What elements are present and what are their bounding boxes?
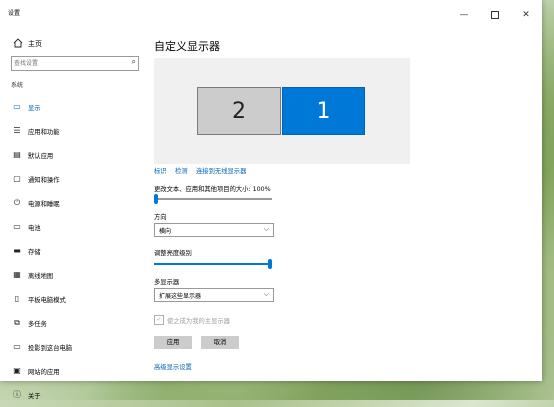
slider-thumb[interactable] bbox=[154, 194, 158, 204]
apps-list-icon: ☰ bbox=[13, 126, 21, 135]
minimize-button[interactable]: — bbox=[449, 8, 479, 22]
info-icon: ⓘ bbox=[13, 390, 21, 399]
sidebar-item-label: 平板电脑模式 bbox=[28, 297, 66, 304]
power-icon: ⏻ bbox=[13, 198, 21, 207]
sidebar-item-default-apps[interactable]: ▤ 默认应用 bbox=[0, 143, 145, 167]
default-apps-icon: ▤ bbox=[13, 150, 21, 159]
main-display-label: 使之成为我的主显示器 bbox=[167, 318, 230, 325]
brightness-slider[interactable] bbox=[154, 259, 272, 269]
sidebar-item-web-apps[interactable]: ▣ 网站的应用 bbox=[0, 359, 145, 383]
slider-fill bbox=[154, 263, 270, 265]
cancel-button[interactable]: 取消 bbox=[201, 336, 239, 349]
sidebar-item-label: 多任务 bbox=[28, 321, 47, 328]
multi-display-value: 扩展这些显示器 bbox=[159, 293, 202, 300]
page-title: 自定义显示器 bbox=[154, 40, 220, 53]
maximize-button[interactable] bbox=[480, 8, 510, 22]
slider-track bbox=[154, 198, 272, 200]
sidebar-item-tablet-mode[interactable]: ▯ 平板电脑模式 bbox=[0, 287, 145, 311]
project-icon: ▭ bbox=[13, 342, 21, 351]
monitor-1-tile[interactable]: 1 bbox=[282, 87, 365, 135]
sidebar-item-projecting[interactable]: ▭ 投影到这台电脑 bbox=[0, 335, 145, 359]
sidebar-item-label: 主页 bbox=[28, 40, 42, 48]
multi-display-select[interactable]: 扩展这些显示器 ⌵ bbox=[154, 288, 274, 302]
sidebar-item-about[interactable]: ⓘ 关于 bbox=[0, 383, 145, 407]
sidebar-item-storage[interactable]: ▬ 存储 bbox=[0, 239, 145, 263]
search-box: ⌕ bbox=[11, 56, 139, 71]
sidebar-item-label: 默认应用 bbox=[28, 153, 54, 160]
map-icon: ▦ bbox=[13, 270, 21, 279]
sidebar-item-label: 关于 bbox=[28, 393, 41, 400]
orientation-select[interactable]: 横向 ⌵ bbox=[154, 223, 274, 237]
apply-button[interactable]: 应用 bbox=[154, 336, 192, 349]
sidebar-item-notifications[interactable]: ▢ 通知和操作 bbox=[0, 167, 145, 191]
minimize-icon: — bbox=[459, 10, 469, 20]
monitor-icon: ▭ bbox=[13, 102, 21, 111]
slider-thumb[interactable] bbox=[268, 259, 272, 269]
sidebar-item-label: 存储 bbox=[28, 249, 41, 256]
chevron-down-icon: ⌵ bbox=[263, 225, 269, 233]
sidebar-item-apps[interactable]: ☰ 应用和功能 bbox=[0, 119, 145, 143]
settings-window: 设置 — ✕ 主页 ⌕ 系统 ▭ 显示 ☰ 应用和功能 ▤ bbox=[0, 0, 542, 400]
sidebar-item-label: 离线地图 bbox=[28, 273, 54, 280]
sidebar-item-power[interactable]: ⏻ 电源和睡眠 bbox=[0, 191, 145, 215]
sidebar-item-label: 投影到这台电脑 bbox=[28, 345, 73, 352]
monitor-2-tile[interactable]: 2 bbox=[197, 87, 281, 135]
main-display-checkbox-row: ✓ 使之成为我的主显示器 bbox=[154, 315, 294, 325]
home-icon bbox=[13, 38, 23, 48]
sidebar-item-home[interactable]: 主页 bbox=[10, 38, 140, 50]
sidebar-item-label: 应用和功能 bbox=[28, 129, 60, 136]
detect-link[interactable]: 检测 bbox=[175, 166, 188, 175]
web-apps-icon: ▣ bbox=[13, 366, 21, 375]
sidebar-item-label: 网站的应用 bbox=[28, 369, 60, 376]
sidebar-item-multitasking[interactable]: ⧉ 多任务 bbox=[0, 311, 145, 335]
sidebar: 主页 ⌕ 系统 ▭ 显示 ☰ 应用和功能 ▤ 默认应用 ▢ 通知和操作 bbox=[0, 28, 145, 400]
monitor-arrangement: 2 1 bbox=[154, 58, 410, 164]
identify-link[interactable]: 标识 bbox=[154, 166, 167, 175]
battery-icon: ▭ bbox=[13, 222, 21, 231]
sidebar-nav: ▭ 显示 ☰ 应用和功能 ▤ 默认应用 ▢ 通知和操作 ⏻ 电源和睡眠 ▭ 电池 bbox=[0, 95, 145, 407]
sidebar-item-label: 显示 bbox=[28, 105, 41, 112]
notification-icon: ▢ bbox=[13, 174, 21, 183]
search-input[interactable] bbox=[14, 58, 122, 68]
scale-slider[interactable] bbox=[154, 194, 272, 204]
sidebar-item-label: 电源和睡眠 bbox=[28, 201, 60, 208]
orientation-label: 方向 bbox=[154, 214, 167, 221]
advanced-display-settings-link[interactable]: 高级显示设置 bbox=[154, 362, 192, 371]
wireless-display-link[interactable]: 连接到无线显示器 bbox=[196, 166, 246, 175]
sidebar-item-display[interactable]: ▭ 显示 bbox=[0, 95, 145, 119]
scale-label: 更改文本、应用和其他项目的大小: 100% bbox=[154, 186, 271, 193]
sidebar-item-label: 通知和操作 bbox=[28, 177, 60, 184]
main-display-checkbox[interactable]: ✓ bbox=[154, 315, 164, 325]
search-icon[interactable]: ⌕ bbox=[132, 57, 136, 67]
sidebar-item-offline-maps[interactable]: ▦ 离线地图 bbox=[0, 263, 145, 287]
multitask-icon: ⧉ bbox=[14, 318, 20, 327]
chevron-down-icon: ⌵ bbox=[263, 290, 269, 298]
close-button[interactable]: ✕ bbox=[511, 8, 541, 22]
storage-icon: ▬ bbox=[13, 246, 21, 255]
window-title: 设置 bbox=[8, 10, 21, 17]
maximize-icon bbox=[491, 11, 499, 19]
multi-display-label: 多显示器 bbox=[154, 279, 180, 286]
tablet-icon: ▯ bbox=[14, 294, 20, 303]
display-settings-panel: 自定义显示器 2 1 标识 检测 连接到无线显示器 更改文本、应用和其他项目的大… bbox=[145, 28, 542, 381]
sidebar-item-label: 电池 bbox=[28, 225, 41, 232]
sidebar-group-label: 系统 bbox=[11, 82, 24, 89]
sidebar-item-battery[interactable]: ▭ 电池 bbox=[0, 215, 145, 239]
brightness-label: 调整亮度级别 bbox=[154, 250, 192, 257]
title-bar: 设置 — ✕ bbox=[0, 0, 542, 28]
close-icon: ✕ bbox=[522, 10, 530, 20]
orientation-value: 横向 bbox=[159, 228, 172, 235]
